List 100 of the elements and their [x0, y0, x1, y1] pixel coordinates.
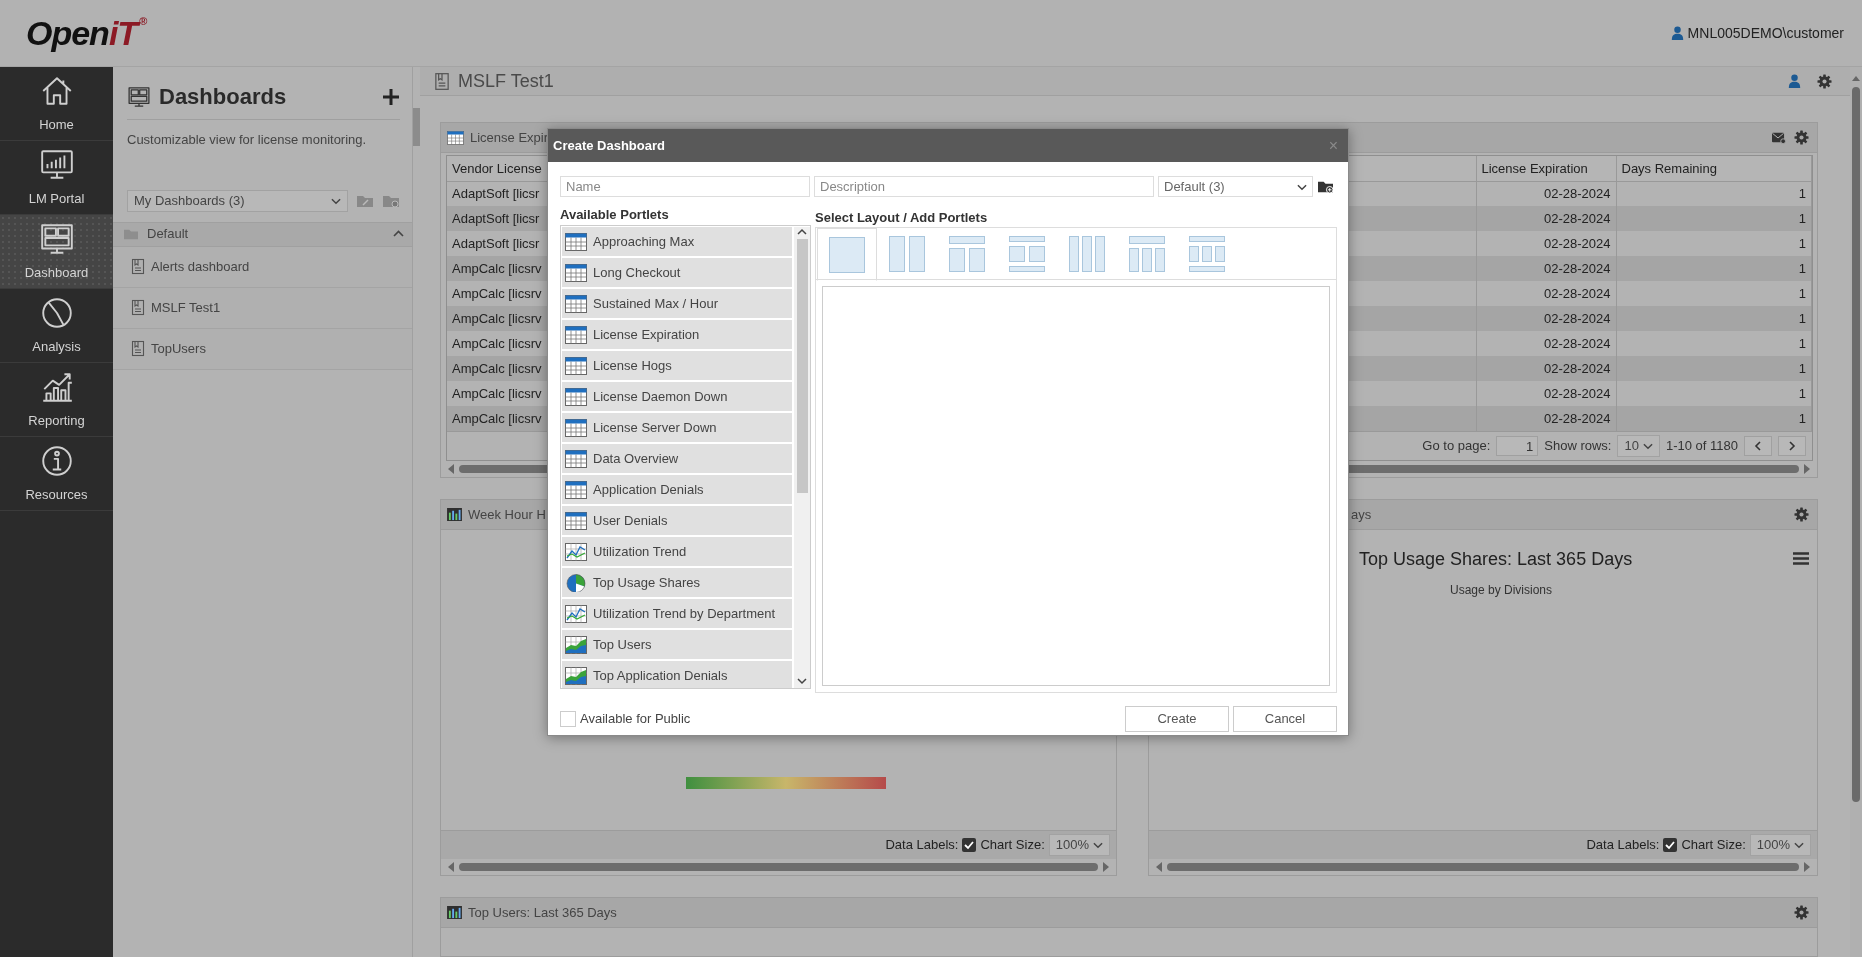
layout-tab[interactable]: [817, 228, 877, 281]
portlet-item[interactable]: Application Denials: [562, 475, 792, 504]
dashboard-icon: [127, 84, 151, 109]
portlet-item[interactable]: Utilization Trend: [562, 537, 792, 566]
portlet-title: License Expir: [470, 128, 549, 147]
portlet-item[interactable]: Utilization Trend by Department: [562, 599, 792, 628]
chart-size-select[interactable]: 100%: [1048, 834, 1110, 856]
bar-chart-icon: [447, 508, 462, 521]
list-scrollbar[interactable]: [794, 227, 810, 688]
document-icon: [131, 258, 145, 275]
table-cell: 1: [1616, 406, 1812, 431]
table-cell: 02-28-2024: [1476, 206, 1616, 231]
column-header[interactable]: License Expiration: [1476, 156, 1616, 181]
document-icon: [434, 71, 450, 91]
checkbox[interactable]: [1663, 838, 1678, 852]
mail-icon[interactable]: [1771, 131, 1786, 144]
description-field[interactable]: Description: [814, 176, 1154, 197]
document-icon: [131, 299, 145, 316]
page-title: MSLF Test1: [458, 69, 554, 93]
chart-size-label: Chart Size:: [980, 836, 1045, 855]
scroll-down-icon[interactable]: [797, 676, 807, 686]
column-header[interactable]: Days Remaining: [1616, 156, 1812, 181]
folder-select[interactable]: Default (3): [1158, 176, 1313, 197]
table-cell: 1: [1616, 206, 1812, 231]
add-folder-icon[interactable]: [1317, 179, 1334, 194]
portlet-title: Top Users: Last 365 Days: [468, 903, 617, 922]
add-icon[interactable]: [382, 87, 400, 106]
nav-item[interactable]: Dashboard: [0, 215, 113, 289]
settings-icon[interactable]: [1794, 507, 1809, 522]
portlet-item[interactable]: License Server Down: [562, 413, 792, 442]
layout-icon: [1069, 236, 1105, 272]
portlet-item[interactable]: Approaching Max: [562, 227, 792, 256]
scroll-right-icon[interactable]: [1803, 862, 1811, 872]
portlet-item[interactable]: Top Application Denials: [562, 661, 792, 688]
layout-icon: [829, 236, 865, 273]
table-cell: 02-28-2024: [1476, 406, 1616, 431]
data-labels-label: Data Labels:: [1586, 836, 1660, 855]
name-field[interactable]: Name: [560, 176, 810, 197]
dialog-button[interactable]: Create: [1125, 706, 1229, 732]
checkbox[interactable]: [962, 838, 977, 852]
collapse-handle[interactable]: [413, 108, 420, 146]
settings-icon[interactable]: [1817, 73, 1832, 89]
page-field[interactable]: 1: [1496, 436, 1539, 456]
table-icon: [447, 130, 464, 145]
table-cell: 1: [1616, 356, 1812, 381]
caret-icon: [1794, 840, 1804, 850]
table-icon: [565, 511, 587, 530]
portlet-item[interactable]: Top Usage Shares: [562, 568, 792, 597]
caret-icon: [1642, 441, 1653, 451]
menu-icon[interactable]: [1793, 552, 1809, 565]
user-icon[interactable]: [1788, 74, 1801, 88]
next-page-button[interactable]: [1778, 436, 1806, 456]
scroll-right-icon[interactable]: [1102, 862, 1110, 872]
user-name[interactable]: MNL005DEMO\customer: [1687, 22, 1844, 44]
layout-icon: [889, 236, 925, 272]
layout-icon: [1189, 236, 1225, 272]
portlet-item[interactable]: Top Users: [562, 630, 792, 659]
line-chart-icon: [565, 542, 587, 561]
dialog-button[interactable]: Cancel: [1233, 706, 1337, 732]
chart-subtitle: Usage by Divisions: [1448, 582, 1553, 599]
go-to-page-label: Go to page:: [1422, 437, 1491, 456]
chevron-right-icon: [1788, 441, 1796, 451]
user-icon: [1670, 26, 1684, 40]
group-header[interactable]: Default: [113, 221, 412, 247]
portlet-item[interactable]: Sustained Max / Hour: [562, 289, 792, 318]
scroll-right-icon[interactable]: [1803, 464, 1811, 474]
scroll-up-icon[interactable]: [797, 227, 807, 237]
scroll-left-icon[interactable]: [447, 862, 455, 872]
portlet-item[interactable]: License Hogs: [562, 351, 792, 380]
rows-select[interactable]: 10: [1617, 435, 1660, 457]
layout-icon: [1129, 236, 1165, 272]
chevron-left-icon: [1754, 441, 1762, 451]
dashboard-filter-select[interactable]: My Dashboards (3): [127, 189, 348, 212]
pie-chart-icon: [565, 573, 587, 592]
portlet-item[interactable]: License Daemon Down: [562, 382, 792, 411]
table-icon: [565, 480, 587, 499]
settings-icon[interactable]: [1794, 130, 1809, 145]
portlet-item[interactable]: Long Checkout: [562, 258, 792, 287]
table-icon: [565, 294, 587, 313]
section-label: Select Layout / Add Portlets: [815, 209, 989, 226]
panel-description: Customizable view for license monitoring.: [127, 131, 368, 149]
bar-chart-icon: [447, 906, 462, 919]
settings-icon[interactable]: [1794, 905, 1809, 920]
logo: OpeniT®: [26, 16, 147, 50]
table-icon: [565, 418, 587, 437]
page-range: 1-10 of 1180: [1665, 437, 1738, 456]
chart-size-select[interactable]: 100%: [1749, 834, 1811, 856]
portlet-item[interactable]: User Denials: [562, 506, 792, 535]
caret-icon: [1093, 840, 1103, 850]
table-icon: [565, 356, 587, 375]
scroll-left-icon[interactable]: [447, 464, 455, 474]
previous-page-button[interactable]: [1744, 436, 1772, 456]
layout-icon: [949, 236, 985, 272]
table-cell: 1: [1616, 256, 1812, 281]
portlet-item[interactable]: License Expiration: [562, 320, 792, 349]
portlet-item[interactable]: Data Overview: [562, 444, 792, 473]
scroll-left-icon[interactable]: [1155, 862, 1163, 872]
checkbox[interactable]: [560, 711, 576, 727]
table-cell: 1: [1616, 306, 1812, 331]
table-icon: [565, 387, 587, 406]
